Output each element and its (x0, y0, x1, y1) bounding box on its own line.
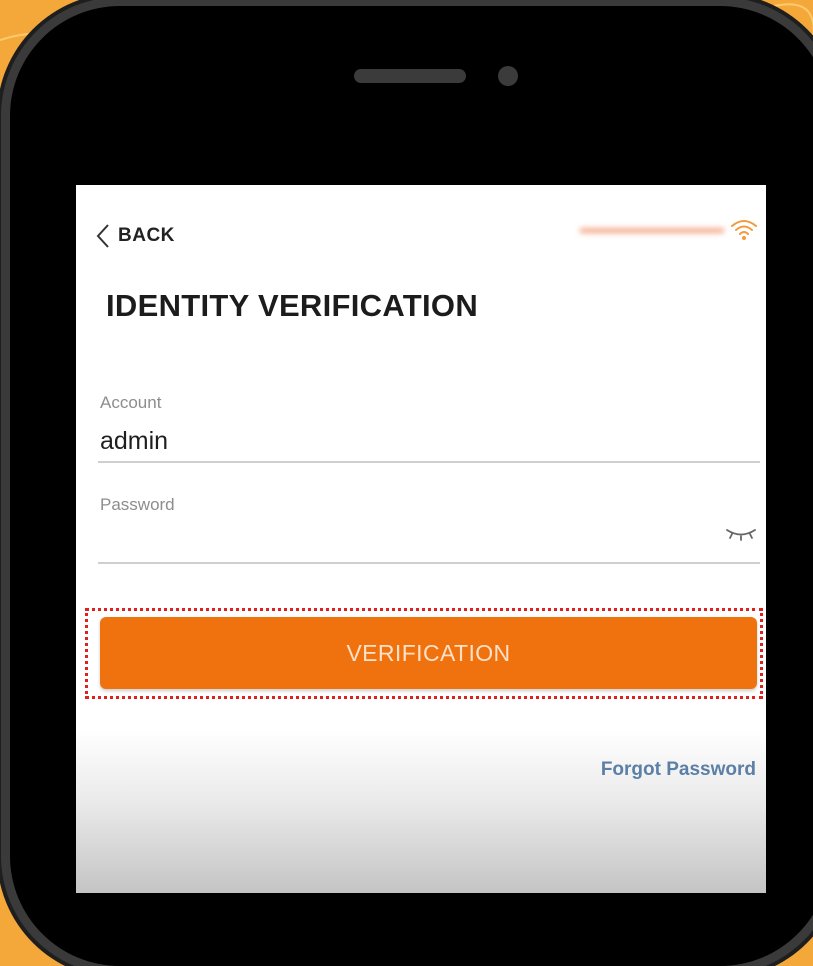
password-field[interactable]: Password (98, 493, 760, 564)
account-field[interactable]: Account admin (98, 391, 760, 463)
status-area: ▬▬▬▬▬▬▬▬▬ (580, 217, 758, 241)
back-button[interactable]: BACK (96, 223, 175, 249)
blurred-device-id: ▬▬▬▬▬▬▬▬▬ (580, 220, 724, 237)
password-label: Password (100, 495, 175, 514)
chevron-left-icon (96, 224, 109, 248)
back-label: BACK (118, 225, 175, 246)
speaker-icon (354, 69, 466, 83)
camera-icon (498, 66, 518, 86)
verification-button[interactable]: VERIFICATION (100, 617, 757, 689)
forgot-password-link[interactable]: Forgot Password (601, 759, 756, 781)
page-title: IDENTITY VERIFICATION (106, 288, 479, 323)
account-input[interactable]: admin (100, 427, 168, 456)
app-screen: BACK ▬▬▬▬▬▬▬▬▬ IDENTITY VERIFICATION Acc… (76, 185, 766, 893)
eye-closed-icon[interactable] (724, 525, 758, 541)
account-label: Account (100, 393, 162, 412)
wifi-icon (731, 220, 757, 240)
